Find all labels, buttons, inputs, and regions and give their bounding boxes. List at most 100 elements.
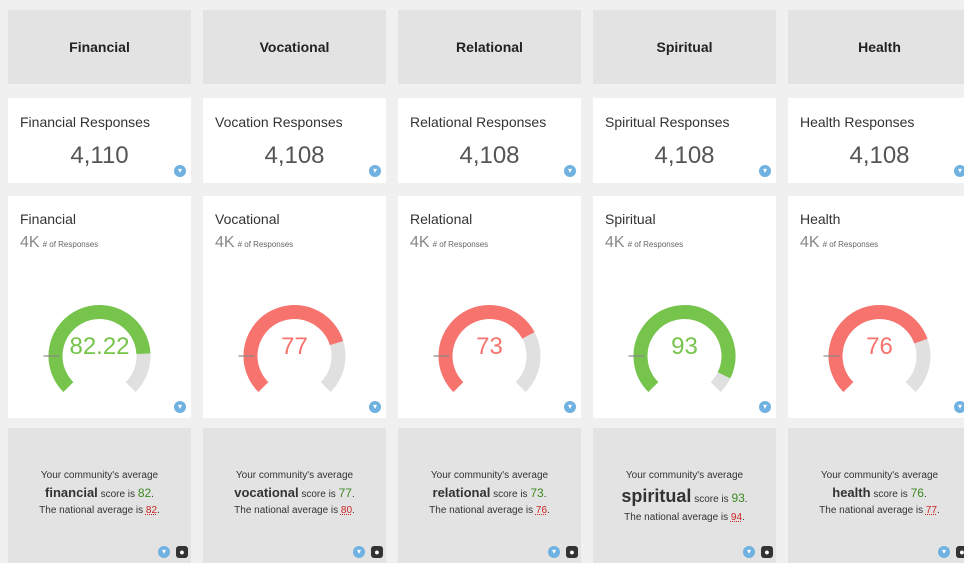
summary-score-label: score is xyxy=(493,489,528,500)
filter-icon[interactable]: ▾ xyxy=(954,401,964,413)
summary-score: 73 xyxy=(530,486,544,500)
person-icon[interactable]: ● xyxy=(761,546,773,558)
person-icon[interactable]: ● xyxy=(371,546,383,558)
responses-card: Spiritual Responses 4,108 ▾ xyxy=(593,98,776,183)
summary-line1: Your community's average xyxy=(40,470,159,481)
summary-line2: relational score is 73. xyxy=(432,485,547,500)
responses-card: Vocation Responses 4,108 ▾ xyxy=(203,98,386,183)
responses-title: Health Responses xyxy=(800,114,915,130)
summary-line2: spiritual score is 93. xyxy=(621,486,748,506)
summary-line2: financial score is 82. xyxy=(45,485,154,500)
gauge-chart xyxy=(433,305,541,393)
filter-icon[interactable]: ▾ xyxy=(743,546,755,558)
summary-card: Your community's average spiritual score… xyxy=(593,428,776,563)
summary-line2: health score is 76. xyxy=(832,485,927,500)
gauge-card: Relational 4K # of Responses 73 ▾ xyxy=(398,196,581,418)
filter-icon[interactable]: ▾ xyxy=(158,546,170,558)
summary-text: Your community's average spiritual score… xyxy=(593,468,776,525)
gauge-value: 77 xyxy=(281,333,308,360)
responses-count: 4,108 xyxy=(849,142,910,169)
person-icon[interactable]: ● xyxy=(566,546,578,558)
responses-title: Relational Responses xyxy=(410,114,547,130)
summary-national-label: The national average is xyxy=(39,504,144,516)
person-icon[interactable]: ● xyxy=(956,546,964,558)
person-icon[interactable]: ● xyxy=(176,546,188,558)
responses-card: Financial Responses 4,110 ▾ xyxy=(8,98,191,183)
summary-category: vocational xyxy=(234,485,299,500)
gauge-chart xyxy=(823,305,931,393)
summary-line1: Your community's average xyxy=(430,470,549,481)
column-header[interactable]: Relational xyxy=(398,10,581,84)
summary-line3: The national average is 80. xyxy=(234,504,355,516)
summary-national-label: The national average is xyxy=(234,504,339,516)
column-financial: Financial Financial Responses 4,110 ▾ Fi… xyxy=(8,10,191,563)
gauge-value: 82.22 xyxy=(69,333,130,360)
column-header[interactable]: Spiritual xyxy=(593,10,776,84)
filter-icon[interactable]: ▾ xyxy=(174,401,186,413)
summary-score: 93 xyxy=(731,491,745,505)
filter-icon[interactable]: ▾ xyxy=(548,546,560,558)
summary-national-value: 94 xyxy=(730,512,743,523)
column-header[interactable]: Health xyxy=(788,10,964,84)
filter-icon[interactable]: ▾ xyxy=(564,401,576,413)
responses-count: 4,108 xyxy=(264,142,325,169)
summary-score-label: score is xyxy=(694,494,729,505)
responses-count: 4,108 xyxy=(459,142,520,169)
filter-icon[interactable]: ▾ xyxy=(353,546,365,558)
gauge-value: 76 xyxy=(866,333,893,360)
summary-line1: Your community's average xyxy=(235,470,354,481)
summary-category: spiritual xyxy=(621,486,692,506)
responses-title: Vocation Responses xyxy=(215,114,343,130)
filter-icon[interactable]: ▾ xyxy=(564,165,576,177)
gauge-chart xyxy=(628,305,736,393)
responses-count: 4,108 xyxy=(654,142,715,169)
summary-national-value: 76 xyxy=(535,504,548,516)
summary-card: Your community's average health score is… xyxy=(788,428,964,563)
filter-icon[interactable]: ▾ xyxy=(174,165,186,177)
summary-national-label: The national average is xyxy=(429,504,534,516)
summary-line1: Your community's average xyxy=(820,470,939,481)
summary-text: Your community's average vocational scor… xyxy=(203,468,386,518)
summary-score-label: score is xyxy=(873,489,908,500)
filter-icon[interactable]: ▾ xyxy=(759,401,771,413)
summary-score: 77 xyxy=(338,486,352,500)
summary-line3: The national average is 94. xyxy=(624,512,745,523)
summary-card: Your community's average relational scor… xyxy=(398,428,581,563)
gauge-card: Spiritual 4K # of Responses 93 ▾ xyxy=(593,196,776,418)
summary-line3: The national average is 77. xyxy=(819,504,940,516)
summary-text: Your community's average relational scor… xyxy=(398,468,581,518)
summary-line1: Your community's average xyxy=(625,470,744,481)
summary-card: Your community's average vocational scor… xyxy=(203,428,386,563)
filter-icon[interactable]: ▾ xyxy=(369,165,381,177)
gauge-card: Health 4K # of Responses 76 ▾ xyxy=(788,196,964,418)
summary-text: Your community's average financial score… xyxy=(8,468,191,518)
column-header[interactable]: Vocational xyxy=(203,10,386,84)
summary-category: relational xyxy=(432,485,491,500)
responses-title: Spiritual Responses xyxy=(605,114,730,130)
summary-line3: The national average is 82. xyxy=(39,504,160,516)
gauge-chart xyxy=(238,305,346,393)
filter-icon[interactable]: ▾ xyxy=(938,546,950,558)
responses-card: Health Responses 4,108 ▾ xyxy=(788,98,964,183)
gauge-value: 93 xyxy=(671,333,698,360)
filter-icon[interactable]: ▾ xyxy=(369,401,381,413)
summary-national-value: 82 xyxy=(145,504,158,516)
summary-category: health xyxy=(832,485,871,500)
summary-text: Your community's average health score is… xyxy=(788,468,964,518)
column-header[interactable]: Financial xyxy=(8,10,191,84)
responses-title: Financial Responses xyxy=(20,114,150,130)
summary-line2: vocational score is 77. xyxy=(234,485,355,500)
summary-card: Your community's average financial score… xyxy=(8,428,191,563)
summary-line3: The national average is 76. xyxy=(429,504,550,516)
summary-national-value: 77 xyxy=(925,504,938,516)
filter-icon[interactable]: ▾ xyxy=(954,165,964,177)
column-relational: Relational Relational Responses 4,108 ▾ … xyxy=(398,10,581,563)
summary-score: 82 xyxy=(137,486,152,500)
summary-score-label: score is xyxy=(100,489,136,500)
gauge-card: Vocational 4K # of Responses 77 ▾ xyxy=(203,196,386,418)
summary-score-label: score is xyxy=(301,489,336,500)
column-spiritual: Spiritual Spiritual Responses 4,108 ▾ Sp… xyxy=(593,10,776,563)
summary-national-value: 80 xyxy=(340,504,353,516)
responses-card: Relational Responses 4,108 ▾ xyxy=(398,98,581,183)
filter-icon[interactable]: ▾ xyxy=(759,165,771,177)
